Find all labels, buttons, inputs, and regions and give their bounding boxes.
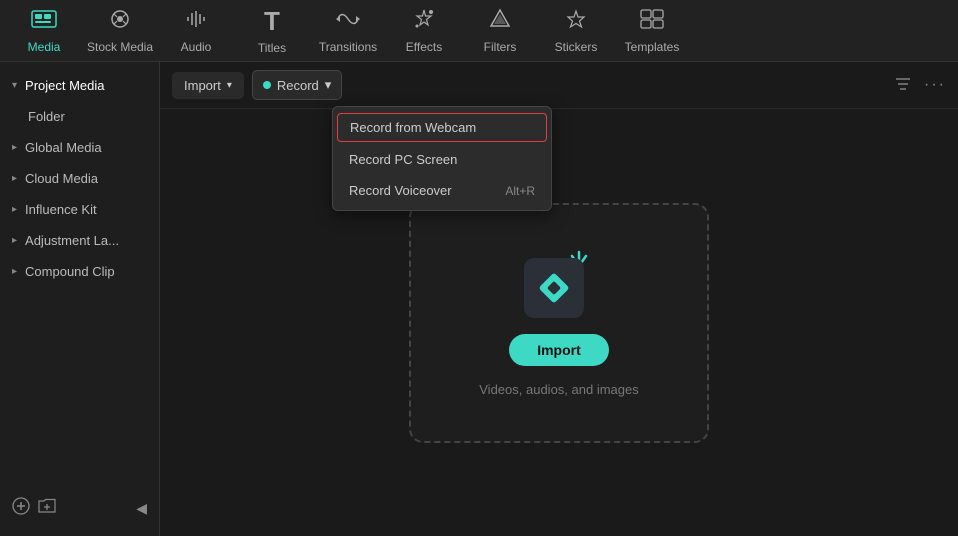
dropdown-label-webcam: Record from Webcam <box>350 120 476 135</box>
nav-label-stock: Stock Media <box>87 40 153 54</box>
dropdown-item-record-pc[interactable]: Record PC Screen <box>333 144 551 175</box>
sidebar-label-project-media: Project Media <box>25 78 104 93</box>
templates-icon <box>639 8 665 36</box>
sidebar-item-cloud-media[interactable]: ▸ Cloud Media <box>0 163 159 194</box>
collapse-icon[interactable]: ◀ <box>136 500 147 517</box>
more-options-icon[interactable]: ··· <box>924 76 946 94</box>
import-label: Import <box>184 78 221 93</box>
nav-item-templates[interactable]: Templates <box>616 3 688 59</box>
stickers-icon <box>563 8 589 36</box>
chevron-right-icon-2: ▸ <box>12 173 17 184</box>
record-button[interactable]: Record ▾ <box>252 70 342 100</box>
sidebar: ▾ Project Media Folder ▸ Global Media ▸ … <box>0 62 160 536</box>
dropdown-item-record-webcam[interactable]: Record from Webcam <box>337 113 547 142</box>
transitions-icon <box>335 8 361 36</box>
dropdown-item-record-voiceover[interactable]: Record Voiceover Alt+R <box>333 175 551 206</box>
import-button[interactable]: Import ▾ <box>172 72 244 99</box>
new-media-icon[interactable] <box>12 497 30 520</box>
import-drop-zone[interactable]: Import Videos, audios, and images <box>409 203 709 443</box>
sidebar-item-folder[interactable]: Folder <box>0 101 159 132</box>
nav-item-media[interactable]: Media <box>8 3 80 59</box>
sidebar-label-adjustment: Adjustment La... <box>25 233 119 248</box>
sidebar-label-influence-kit: Influence Kit <box>25 202 97 217</box>
toolbar: Import ▾ Record ▾ ··· <box>160 62 958 109</box>
audio-icon <box>185 8 207 36</box>
filters-icon <box>487 8 513 36</box>
main-area: ▾ Project Media Folder ▸ Global Media ▸ … <box>0 62 958 536</box>
sidebar-label-folder: Folder <box>28 109 65 124</box>
nav-item-filters[interactable]: Filters <box>464 3 536 59</box>
sidebar-footer: ◀ <box>0 489 159 528</box>
record-chevron-icon: ▾ <box>325 77 332 93</box>
nav-label-transitions: Transitions <box>319 40 377 54</box>
top-nav: Media Stock Media Audio <box>0 0 958 62</box>
chevron-right-icon-3: ▸ <box>12 204 17 215</box>
content-area: Import ▾ Record ▾ ··· <box>160 62 958 536</box>
sidebar-item-global-media[interactable]: ▸ Global Media <box>0 132 159 163</box>
sidebar-item-adjustment[interactable]: ▸ Adjustment La... <box>0 225 159 256</box>
nav-item-effects[interactable]: Effects <box>388 3 460 59</box>
chevron-right-icon: ▸ <box>12 142 17 153</box>
dropdown-shortcut-voiceover: Alt+R <box>505 184 535 198</box>
record-dot-icon <box>263 81 271 89</box>
effects-icon <box>411 8 437 36</box>
nav-label-media: Media <box>28 40 61 54</box>
chevron-down-icon: ▾ <box>12 80 17 91</box>
toolbar-right: ··· <box>894 76 946 95</box>
sidebar-label-cloud-media: Cloud Media <box>25 171 98 186</box>
nav-label-templates: Templates <box>625 40 680 54</box>
nav-label-stickers: Stickers <box>555 40 598 54</box>
import-action-button[interactable]: Import <box>509 334 609 366</box>
nav-label-effects: Effects <box>406 40 442 54</box>
nav-label-audio: Audio <box>181 40 212 54</box>
media-icon <box>31 8 57 36</box>
nav-item-transitions[interactable]: Transitions <box>312 3 384 59</box>
nav-item-titles[interactable]: T Titles <box>236 3 308 59</box>
nav-item-stock-media[interactable]: Stock Media <box>84 3 156 59</box>
new-folder-icon[interactable] <box>38 498 56 519</box>
sidebar-item-project-media[interactable]: ▾ Project Media <box>0 70 159 101</box>
import-chevron-icon: ▾ <box>227 80 232 91</box>
nav-label-titles: Titles <box>258 41 286 55</box>
nav-item-stickers[interactable]: Stickers <box>540 3 612 59</box>
dropdown-label-voiceover: Record Voiceover <box>349 183 452 198</box>
chevron-right-icon-4: ▸ <box>12 235 17 246</box>
filmora-logo-bg <box>524 258 584 318</box>
filter-icon[interactable] <box>894 76 912 95</box>
sidebar-item-influence-kit[interactable]: ▸ Influence Kit <box>0 194 159 225</box>
sidebar-label-global-media: Global Media <box>25 140 102 155</box>
sidebar-label-compound-clip: Compound Clip <box>25 264 115 279</box>
record-dropdown: Record from Webcam Record PC Screen Reco… <box>332 106 552 211</box>
chevron-right-icon-5: ▸ <box>12 266 17 277</box>
sidebar-item-compound-clip[interactable]: ▸ Compound Clip <box>0 256 159 287</box>
nav-label-filters: Filters <box>484 40 517 54</box>
titles-icon: T <box>264 6 280 37</box>
nav-item-audio[interactable]: Audio <box>160 3 232 59</box>
import-icon-group <box>524 248 594 318</box>
record-label: Record <box>277 78 319 93</box>
import-subtext: Videos, audios, and images <box>479 382 638 397</box>
stock-media-icon <box>107 8 133 36</box>
import-area: Import Videos, audios, and images <box>160 109 958 536</box>
dropdown-label-pc: Record PC Screen <box>349 152 457 167</box>
